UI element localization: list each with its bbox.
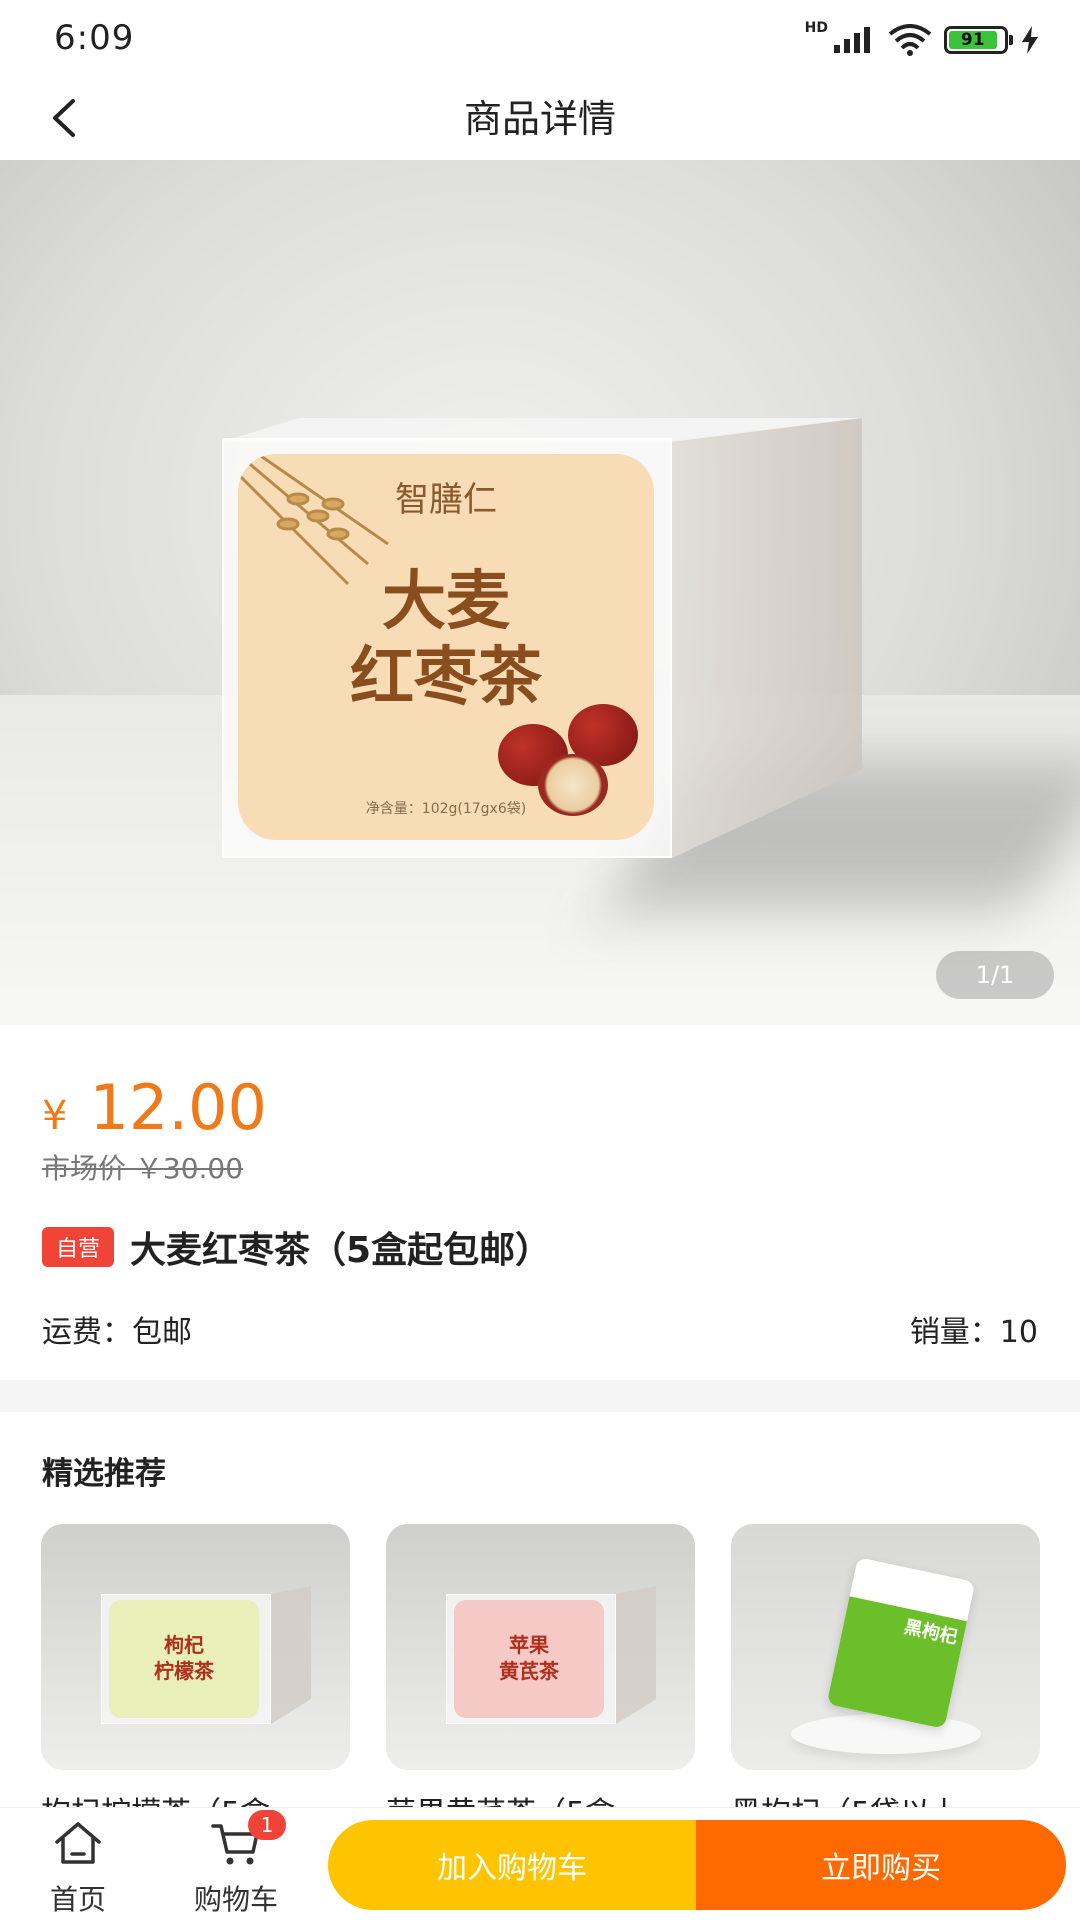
recommend-title: 精选推荐 — [42, 1456, 166, 1492]
tab-cart-label: 购物车 — [193, 1883, 278, 1916]
tab-home-label: 首页 — [49, 1883, 106, 1916]
status-icons: HD 91 — [805, 20, 1040, 60]
recommend-section: 精选推荐 枸杞 柠檬茶 枸杞柠檬茶（5盒 苹果 黄芪茶 — [0, 1412, 1080, 1812]
battery-icon: 91 — [944, 26, 1013, 54]
shipping-row: 运费：包邮 销量：10 — [42, 1307, 1038, 1351]
page-indicator: 1/1 — [936, 951, 1054, 999]
recommend-list: 枸杞 柠檬茶 枸杞柠檬茶（5盒 苹果 黄芪茶 苹果黄芪茶（5盒 — [41, 1524, 1040, 1812]
product-title: 大麦红枣茶（5盒起包邮） — [130, 1230, 552, 1271]
wifi-icon — [888, 24, 932, 56]
bottom-action-bar: 首页 1 购物车 加入购物车 立即购买 — [0, 1808, 1080, 1920]
page-title: 商品详情 — [463, 97, 616, 141]
recommend-item-image: 苹果 黄芪茶 — [386, 1524, 695, 1770]
recommend-item[interactable]: 苹果 黄芪茶 苹果黄芪茶（5盒 — [386, 1524, 695, 1812]
section-divider — [0, 1380, 1080, 1412]
package-bag: 黑枸杞 — [826, 1557, 976, 1729]
battery-level: 91 — [949, 30, 997, 50]
recommend-item[interactable]: 枸杞 柠檬茶 枸杞柠檬茶（5盒 — [41, 1524, 350, 1812]
status-bar: 6:09 HD 91 — [0, 0, 1080, 76]
price: ¥ 12.00 — [42, 1071, 267, 1144]
charging-icon — [1022, 26, 1038, 54]
nav-bar: 商品详情 — [0, 76, 1080, 160]
price-value: 12.00 — [89, 1071, 267, 1144]
product-image-carousel[interactable]: 智膳仁 大麦 红枣茶 净含量：102g(17gx6袋) 1/1 — [0, 160, 1080, 1025]
status-time: 6:09 — [54, 18, 135, 58]
market-price: 市场价 ￥30.00 — [42, 1152, 244, 1185]
product-title-row: 自营 大麦红枣茶（5盒起包邮） — [42, 1221, 551, 1273]
recommend-item[interactable]: 黑枸杞 黑枸杞（5袋以上 — [731, 1524, 1040, 1812]
add-to-cart-button[interactable]: 加入购物车 — [328, 1820, 696, 1910]
shipping-fee: 运费：包邮 — [42, 1315, 192, 1350]
home-icon — [55, 1822, 101, 1864]
cart-count-badge: 1 — [248, 1810, 286, 1840]
product-info: ¥ 12.00 市场价 ￥30.00 自营 大麦红枣茶（5盒起包邮） 运费：包邮… — [0, 1025, 1080, 1380]
signal-icon — [834, 27, 870, 53]
self-operated-badge: 自营 — [42, 1227, 115, 1267]
sales-count: 销量：10 — [909, 1315, 1038, 1350]
package-label: 智膳仁 大麦 红枣茶 净含量：102g(17gx6袋) — [238, 454, 654, 840]
buy-now-button[interactable]: 立即购买 — [696, 1820, 1066, 1910]
product-image: 智膳仁 大麦 红枣茶 净含量：102g(17gx6袋) — [222, 418, 862, 858]
tab-cart[interactable]: 1 购物车 — [166, 1808, 306, 1920]
package-brand: 智膳仁 — [395, 480, 497, 520]
tab-home[interactable]: 首页 — [8, 1808, 148, 1920]
package-net-content: 净含量：102g(17gx6袋) — [365, 801, 527, 817]
recommend-item-image: 枸杞 柠檬茶 — [41, 1524, 350, 1770]
recommend-item-image: 黑枸杞 — [731, 1524, 1040, 1770]
currency-symbol: ¥ — [42, 1093, 68, 1139]
network-type-label: HD — [804, 20, 828, 36]
package-title: 大麦 红枣茶 — [350, 564, 542, 715]
